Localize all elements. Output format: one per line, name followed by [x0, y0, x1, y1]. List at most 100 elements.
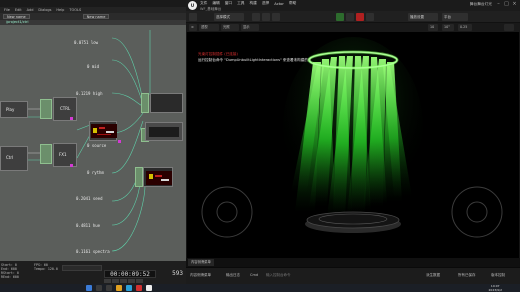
play-settings-label: 播放设置 — [410, 15, 424, 19]
unreal-taskbar-icon[interactable] — [146, 285, 152, 291]
content-drawer-bar: 内容侧滑菜单 — [186, 258, 520, 267]
blueprint-icon[interactable] — [262, 13, 270, 21]
scale-snap-label: 0.25 — [460, 25, 468, 29]
ue-menu-edit[interactable]: 编辑 — [212, 1, 219, 6]
cinematics-icon[interactable] — [272, 13, 280, 21]
source-control-button[interactable]: 版本控制 — [491, 273, 505, 278]
ue-menubar: 文件 编辑 窗口 工具 构建 选择 Actor 帮助 — [200, 0, 296, 7]
close-icon[interactable]: × — [511, 1, 518, 7]
content-drawer-button[interactable]: 内容侧滑菜单 — [190, 273, 211, 278]
ue-menu-actor[interactable]: Actor — [274, 2, 284, 6]
timecode-display[interactable]: 00:00:09:52 — [104, 270, 156, 278]
value-high: 0.1219 high — [76, 91, 103, 96]
viewer-node-1[interactable] — [150, 93, 183, 113]
save-icon[interactable] — [189, 13, 197, 21]
frame-display[interactable]: 593 — [159, 270, 183, 278]
step-icon[interactable] — [346, 13, 354, 21]
td-menu-add[interactable]: Add — [27, 8, 34, 12]
angle-snap-button[interactable]: 10° — [442, 24, 454, 31]
stat-rend: REnd: 600 — [1, 275, 19, 279]
ue-menu-file[interactable]: 文件 — [200, 1, 207, 6]
touchdesigner-taskbar-icon[interactable] — [136, 285, 142, 291]
scale-snap-button[interactable]: 0.25 — [458, 24, 472, 31]
td-menu-help[interactable]: Help — [56, 8, 64, 12]
ue-menu-help[interactable]: 帮助 — [289, 1, 296, 6]
play-button[interactable] — [120, 279, 127, 283]
green-node-r3[interactable] — [135, 167, 143, 187]
timeline-bar[interactable] — [62, 265, 102, 271]
eject-icon[interactable] — [366, 13, 374, 21]
comp-node-1[interactable]: CTRL — [53, 97, 77, 121]
output-log-button[interactable]: 输出日志 — [226, 273, 240, 278]
value-low: 0.0751 low — [74, 40, 99, 45]
ctrl-node[interactable]: Ctrl — [0, 146, 28, 171]
ue-titlebar: U 文件 编辑 窗口 工具 构建 选择 Actor 帮助 WF_基础舞台 舞台舞… — [186, 0, 520, 11]
perspective-label: 透视 — [201, 25, 208, 29]
ue-menu-window[interactable]: 窗口 — [225, 1, 232, 6]
console-input[interactable]: 输入控制台命令 — [266, 273, 291, 278]
perspective-button[interactable]: 透视 — [199, 24, 219, 31]
td-menu-dialogs[interactable]: Dialogs — [38, 8, 51, 12]
top-image-node-2[interactable] — [143, 167, 173, 187]
green-comp-node-2[interactable] — [40, 144, 52, 164]
td-menu-edit[interactable]: Edit — [15, 8, 22, 12]
search-icon[interactable] — [96, 285, 102, 291]
td-timeline-stats-2: FPS: 60 Tempo: 120.0 — [34, 263, 58, 271]
step-forward-button[interactable] — [128, 279, 135, 283]
td-titlebar — [0, 0, 186, 7]
top-node-preview — [91, 124, 117, 138]
maximize-icon[interactable]: □ — [503, 1, 510, 7]
minimize-icon[interactable]: – — [495, 1, 502, 7]
node-flag — [118, 140, 121, 143]
viewer-node-2-preview — [149, 127, 179, 137]
value-mid: 0 mid — [87, 64, 100, 69]
task-view-icon[interactable] — [106, 285, 112, 291]
taskbar-clock[interactable]: 19:07 2023/9/2 — [489, 284, 502, 292]
cmd-dropdown[interactable]: Cmd — [250, 273, 258, 277]
top-image-node[interactable] — [89, 121, 117, 141]
browser-icon[interactable] — [126, 285, 132, 291]
play-node[interactable]: Play — [0, 101, 28, 118]
ue-status-bar: 内容侧滑菜单 输出日志 Cmd 输入控制台命令 派生数据 所有已保存 版本控制 — [186, 267, 520, 284]
stop-icon[interactable] — [356, 13, 364, 21]
ue-menu-select[interactable]: 选择 — [262, 1, 269, 6]
td-menu-file[interactable]: File — [4, 8, 10, 12]
lit-button[interactable]: 光照 — [221, 24, 239, 31]
play-node-label: Play — [6, 107, 15, 112]
taskbar-date: 2023/9/2 — [488, 288, 502, 292]
platform-button[interactable]: 平台 — [442, 13, 468, 21]
file-explorer-icon[interactable] — [116, 285, 122, 291]
viewport-menu-icon[interactable]: ≡ — [189, 24, 197, 31]
ue-menu-build[interactable]: 构建 — [250, 1, 257, 6]
viewport-toolbar: ≡ 透视 光照 显示 10 10° 0.25 — [186, 23, 520, 32]
td-menu-tools[interactable]: TOOLS — [69, 8, 81, 12]
grid-snap-button[interactable]: 10 — [428, 24, 438, 31]
lit-label: 光照 — [223, 25, 230, 29]
grid-snap-label: 10 — [430, 25, 435, 29]
camera-speed-icon[interactable] — [504, 24, 514, 31]
td-network-editor[interactable]: Play Ctrl CTRL FX1 0.0751 low 0 mid 0.12… — [0, 25, 186, 261]
rewind-button[interactable] — [104, 279, 111, 283]
save-status[interactable]: 所有已保存 — [458, 273, 476, 278]
add-actor-icon[interactable] — [252, 13, 260, 21]
ue-menu-tools[interactable]: 工具 — [237, 1, 244, 6]
green-comp-node-1[interactable] — [40, 99, 52, 119]
node-flag — [70, 117, 73, 120]
show-button[interactable]: 显示 — [241, 24, 259, 31]
green-node-r1[interactable] — [141, 93, 149, 113]
loop-button[interactable] — [136, 279, 143, 283]
derived-data-button[interactable]: 派生数据 — [426, 273, 440, 278]
content-drawer-tab[interactable]: 内容侧滑菜单 — [188, 259, 214, 266]
comp-node-2[interactable]: FX1 — [53, 143, 77, 167]
play-icon[interactable] — [336, 13, 344, 21]
viewer-node-2[interactable] — [145, 122, 183, 141]
select-mode-button[interactable]: 选择模式 — [214, 13, 244, 21]
step-back-button[interactable] — [112, 279, 119, 283]
start-icon[interactable] — [86, 285, 92, 291]
td-tab-2[interactable]: New name — [82, 14, 110, 19]
level-viewport[interactable]: 光束灯控制插件 (已连接) 运行控制台命令 "DumpUnbuiltLightI… — [187, 32, 519, 258]
value-seed: 0.2041 seed — [76, 196, 103, 201]
td-timeline-panel: Start: 0 End: 600 RStart: 0 REnd: 600 FP… — [0, 261, 186, 284]
play-settings-button[interactable]: 播放设置 — [408, 13, 438, 21]
td-tab-1[interactable]: New name — [3, 14, 30, 19]
